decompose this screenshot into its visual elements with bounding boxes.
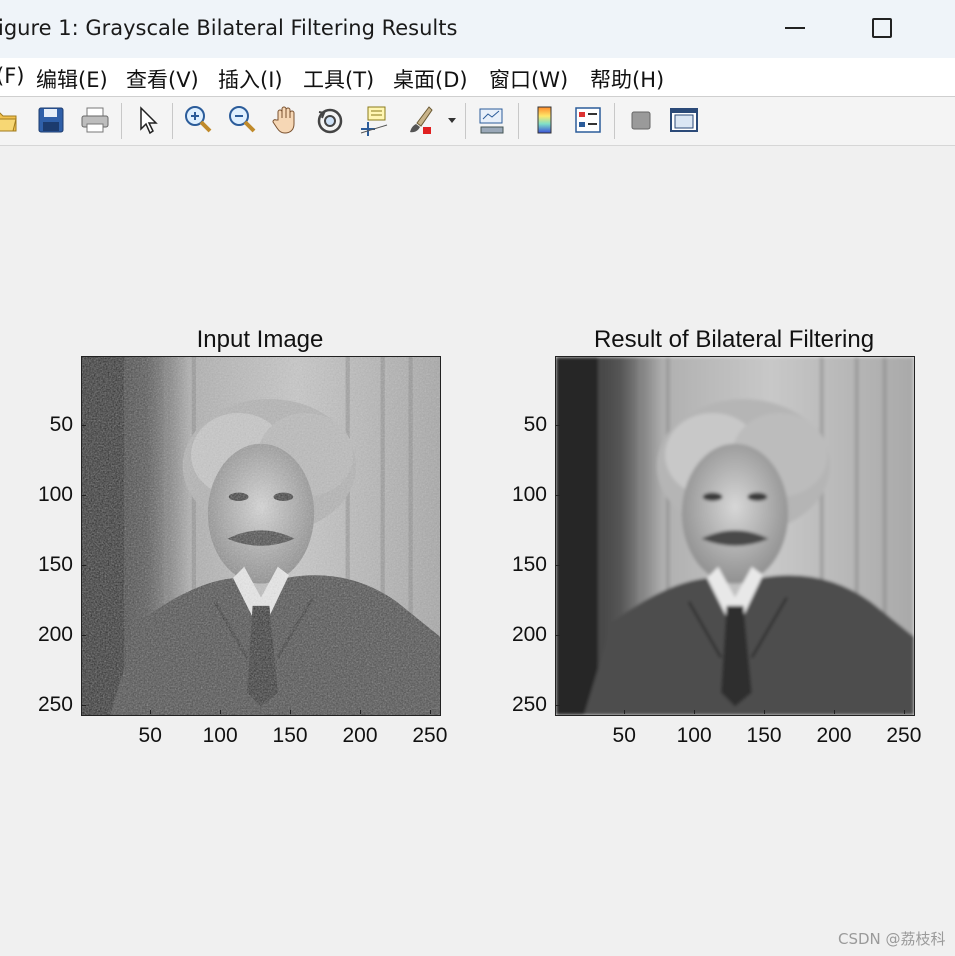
menu-insert[interactable]: 插入(I) (218, 64, 283, 94)
minimize-button[interactable] (775, 10, 815, 46)
menu-bar: (F) 编辑(E) 查看(V) 插入(I) 工具(T) 桌面(D) 窗口(W) … (0, 58, 955, 97)
y-tick-mark (82, 495, 86, 497)
x-tick-mark (359, 710, 361, 714)
x-tick-mark (290, 710, 292, 714)
zoom-in-icon[interactable] (181, 103, 215, 137)
image-display[interactable] (81, 356, 441, 716)
menu-file[interactable]: (F) (0, 64, 24, 88)
legend-icon[interactable] (571, 103, 605, 137)
y-tick-label: 200 (37, 622, 73, 646)
brush-dropdown-icon[interactable] (444, 103, 460, 137)
y-tick-mark (556, 634, 560, 636)
menu-edit[interactable]: 编辑(E) (36, 64, 108, 94)
menu-help[interactable]: 帮助(H) (590, 64, 664, 94)
zoom-out-icon[interactable] (225, 103, 259, 137)
y-tick-label: 50 (523, 413, 547, 437)
x-tick-label: 200 (342, 724, 378, 747)
menu-desktop[interactable]: 桌面(D) (393, 64, 468, 94)
x-tick-mark (764, 710, 766, 714)
y-tick-label: 100 (511, 483, 547, 507)
maximize-button[interactable] (862, 10, 902, 46)
rotate-3d-icon[interactable] (313, 103, 347, 137)
toolbar-separator (121, 103, 122, 139)
menu-tools[interactable]: 工具(T) (303, 64, 374, 94)
y-tick-label: 150 (37, 553, 73, 577)
x-tick-label: 200 (816, 724, 852, 747)
show-plot-tools-icon[interactable] (667, 103, 701, 137)
image-display[interactable] (555, 356, 915, 716)
y-tick-mark (556, 425, 560, 427)
y-tick-mark (82, 565, 86, 567)
colorbar-icon[interactable] (528, 103, 562, 137)
toolbar-separator (465, 103, 466, 139)
y-tick-label: 50 (49, 413, 73, 437)
data-cursor-icon[interactable] (357, 103, 391, 137)
y-tick-label: 100 (37, 483, 73, 507)
x-tick-mark (220, 710, 222, 714)
y-tick-mark (82, 425, 86, 427)
y-tick-label: 150 (511, 553, 547, 577)
window-title: igure 1: Grayscale Bilateral Filtering R… (0, 16, 458, 40)
x-tick-label: 100 (202, 724, 238, 747)
y-tick-label: 250 (37, 692, 73, 716)
save-icon[interactable] (34, 103, 68, 137)
menu-window[interactable]: 窗口(W) (489, 64, 568, 94)
x-tick-mark (903, 710, 905, 714)
y-tick-mark (556, 495, 560, 497)
y-tick-mark (82, 634, 86, 636)
toolbar-separator (614, 103, 615, 139)
x-tick-label: 50 (612, 724, 636, 747)
open-icon[interactable] (0, 103, 20, 137)
x-tick-label: 250 (412, 724, 448, 747)
toolbar (0, 97, 955, 146)
toolbar-separator (518, 103, 519, 139)
brush-icon[interactable] (403, 103, 437, 137)
menu-view[interactable]: 查看(V) (126, 64, 199, 94)
x-tick-label: 150 (746, 724, 782, 747)
x-tick-label: 150 (272, 724, 308, 747)
axes-title: Input Image (196, 326, 324, 353)
x-tick-mark (429, 710, 431, 714)
y-tick-mark (556, 704, 560, 706)
watermark: CSDN @荔枝科 (838, 930, 946, 948)
y-tick-mark (556, 565, 560, 567)
print-icon[interactable] (78, 103, 112, 137)
x-tick-label: 100 (676, 724, 712, 747)
x-tick-mark (694, 710, 696, 714)
hide-plot-tools-icon[interactable] (624, 103, 658, 137)
axes-title: Result of Bilateral Filtering (593, 326, 875, 353)
title-bar: igure 1: Grayscale Bilateral Filtering R… (0, 0, 955, 59)
y-tick-mark (82, 704, 86, 706)
y-tick-label: 200 (511, 622, 547, 646)
link-plot-icon[interactable] (475, 103, 509, 137)
x-tick-label: 250 (886, 724, 922, 747)
y-tick-label: 250 (511, 692, 547, 716)
x-tick-label: 50 (138, 724, 162, 747)
x-tick-mark (833, 710, 835, 714)
pan-hand-icon[interactable] (269, 103, 303, 137)
toolbar-separator (172, 103, 173, 139)
x-tick-mark (150, 710, 152, 714)
x-tick-mark (624, 710, 626, 714)
pointer-icon[interactable] (131, 103, 165, 137)
